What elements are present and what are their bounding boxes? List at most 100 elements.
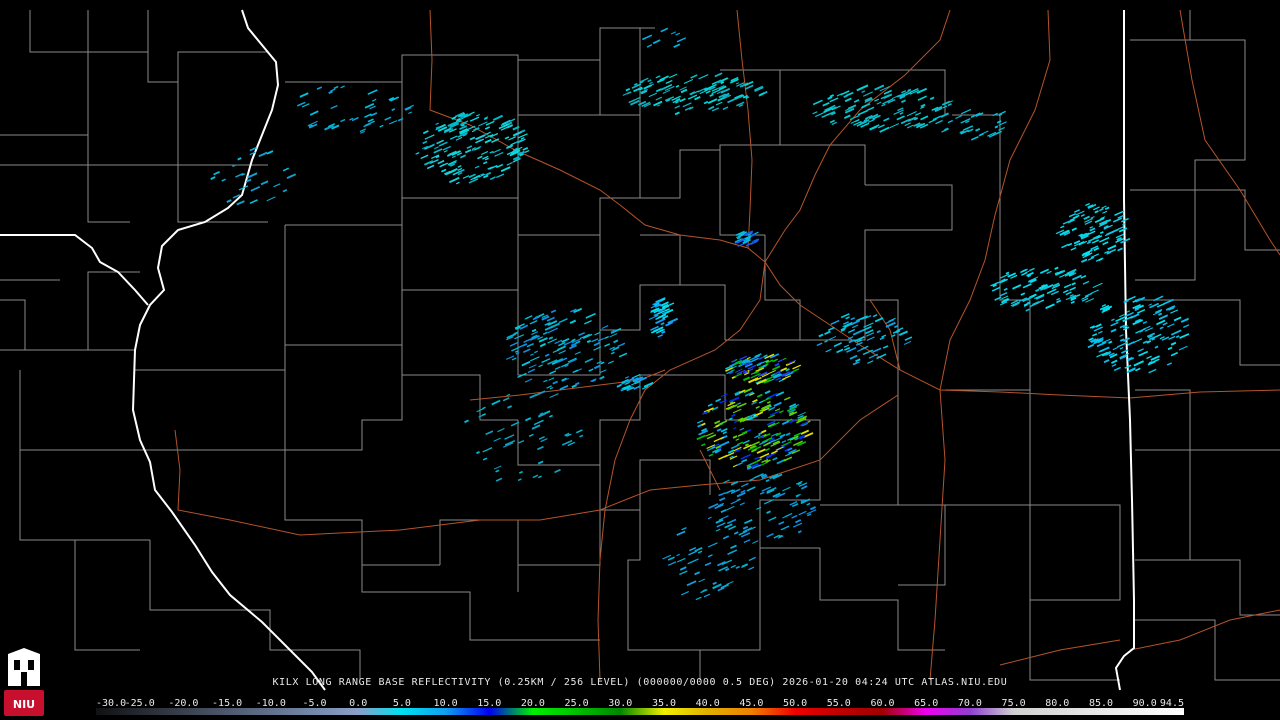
echo-streak (1101, 303, 1107, 308)
echo-streak (960, 108, 972, 115)
echo-streak (1148, 303, 1153, 306)
echo-streak (1112, 217, 1123, 223)
echo-streak (442, 145, 451, 151)
echo-streak (865, 329, 874, 335)
echo-streak (579, 434, 584, 438)
echo-streak (1135, 367, 1141, 372)
echo-streak (784, 512, 793, 518)
echo-streak (1167, 346, 1173, 351)
echo-streak (1158, 312, 1163, 316)
echo-streak (660, 322, 665, 326)
echo-streak (720, 583, 730, 589)
echo-streak (928, 118, 937, 124)
echo-streak (584, 320, 592, 325)
echo-streak (824, 330, 831, 336)
echo-streak (824, 340, 828, 343)
echo-streak (477, 155, 483, 160)
echo-streak (1074, 209, 1080, 213)
echo-streak (497, 427, 505, 433)
echo-streak (552, 380, 558, 385)
echo-streak (462, 175, 470, 179)
echo-streak (1021, 271, 1028, 276)
echo-streak (844, 346, 851, 351)
echo-streak (1082, 280, 1090, 285)
echo-streak (633, 385, 641, 390)
echo-streak (781, 525, 790, 531)
echo-streak (779, 434, 785, 438)
echo-streak (299, 92, 309, 98)
echo-streak (754, 456, 760, 460)
echo-streak (942, 105, 948, 109)
echo-streak (733, 420, 739, 424)
echo-streak (850, 317, 856, 321)
echo-streak (1170, 309, 1179, 314)
echo-streak (836, 348, 844, 354)
echo-streak (439, 162, 449, 168)
echo-streak (1054, 266, 1059, 270)
echo-streak (495, 477, 503, 482)
echo-streak (507, 144, 514, 149)
echo-streak (1103, 359, 1110, 364)
echo-streak (874, 98, 880, 102)
echo-streak (756, 393, 763, 398)
colorbar-tick-label: 40.0 (696, 698, 720, 709)
echo-streak (478, 121, 488, 127)
echo-streak (658, 328, 664, 333)
echo-streak (491, 399, 501, 406)
colorbar-tick-label: -5.0 (302, 698, 326, 709)
echo-streak (724, 505, 735, 512)
echo-streak (715, 424, 720, 428)
echo-streak (730, 444, 740, 450)
echo-streak (481, 150, 489, 156)
colorbar-tick-label: 45.0 (739, 698, 763, 709)
echo-streak (917, 95, 927, 101)
echo-streak (675, 32, 681, 36)
echo-streak (690, 74, 698, 79)
echo-streak (273, 183, 281, 188)
echo-streak (282, 167, 290, 172)
colorbar-tick-label: 85.0 (1089, 698, 1113, 709)
echo-streak (508, 136, 517, 141)
echo-streak (891, 334, 896, 337)
echo-streak (415, 152, 420, 155)
echo-streak (484, 138, 492, 144)
echo-streak (694, 571, 701, 576)
echo-streak (506, 161, 513, 166)
echo-streak (631, 373, 641, 379)
echo-streak (286, 173, 297, 179)
echo-streak (904, 336, 913, 341)
echo-streak (604, 336, 609, 340)
echo-streak (438, 141, 448, 147)
echo-streak (1056, 297, 1061, 301)
echo-streak (1168, 335, 1176, 341)
echo-streak (575, 429, 583, 434)
echo-streak (821, 112, 832, 119)
echo-streak (1102, 210, 1108, 214)
echo-streak (404, 106, 412, 111)
echo-streak (575, 382, 580, 386)
echo-streak (744, 443, 749, 447)
echo-streak (715, 101, 723, 106)
echo-streak (646, 44, 653, 48)
echo-streak (529, 320, 538, 325)
echo-streak (907, 88, 912, 92)
echo-streak (829, 97, 839, 103)
echo-streak (586, 339, 592, 344)
echo-streak (736, 498, 741, 502)
echo-streak (1111, 363, 1117, 367)
echo-streak (697, 550, 703, 554)
echo-streak (561, 337, 570, 343)
echo-streak (492, 114, 504, 121)
echo-streak (330, 104, 338, 110)
echo-streak (1175, 335, 1180, 339)
echo-streak (537, 412, 546, 418)
echo-streak (728, 396, 740, 403)
colorbar-tick-label: 90.0 (1133, 698, 1157, 709)
echo-streak (759, 92, 765, 96)
echo-streak (772, 358, 779, 363)
echo-streak (1127, 341, 1135, 346)
echo-streak (1117, 342, 1128, 348)
echo-streak (782, 357, 787, 361)
echo-streak (435, 122, 439, 126)
echo-streak (340, 118, 346, 123)
